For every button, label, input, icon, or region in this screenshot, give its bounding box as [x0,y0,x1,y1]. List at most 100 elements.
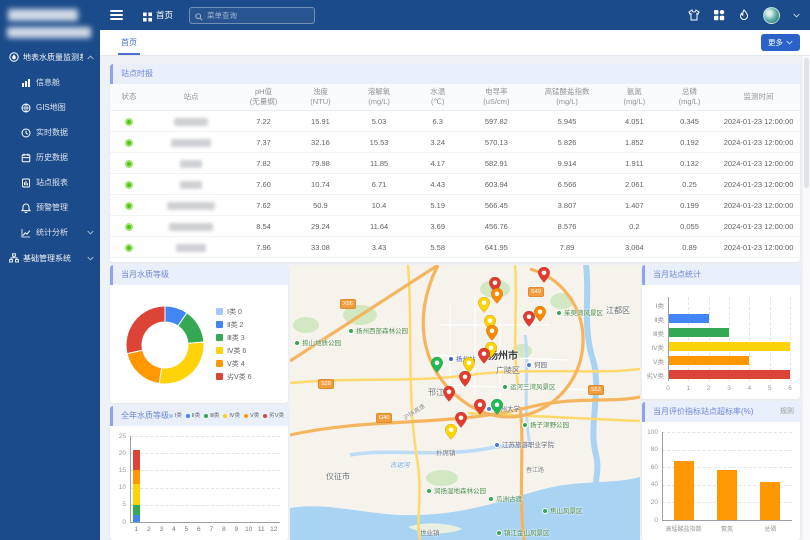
legend-item[interactable]: Ⅳ类 [223,406,240,426]
cell-value: 0.25 [662,174,717,195]
stacked-bar-segment[interactable] [133,470,140,484]
chevron-down-icon[interactable] [793,12,800,19]
panel-title: 站点时报 [110,64,800,84]
status-dot-ok [125,223,133,231]
sidebar-item[interactable]: GIS地图 [0,95,100,120]
cell-value: 570.13 [465,132,527,153]
vbar[interactable] [717,470,737,520]
column-header: 溶解氧(mg/L) [348,84,410,111]
map-label-poi: 江苏旅游职业学院 [494,439,554,449]
legend-item[interactable]: Ⅴ类 4 [216,357,252,370]
hbar[interactable] [669,356,749,365]
hamburger-icon[interactable] [110,10,123,20]
flame-icon[interactable] [738,9,750,21]
map-pin-red[interactable] [538,267,550,288]
legend-item[interactable]: Ⅰ类 [169,406,182,426]
stacked-bar-segment[interactable] [133,505,140,515]
gis-map[interactable]: 扬州市广陵区邗江区江都区仪征市扬州西部森林公园捺山地质公园茱萸湾风景区运河三湾风… [290,265,640,540]
legend-item[interactable]: Ⅳ类 6 [216,344,252,357]
stacked-bar-segment[interactable] [133,450,140,471]
cell-value: 3.24 [410,132,465,153]
cell-value: 33.08 [293,237,348,258]
map-pin-red[interactable] [474,399,486,420]
legend-item[interactable]: Ⅱ类 [186,406,200,426]
table-row: 7.3732.1615.533.24570.135.8261.8520.1922… [110,132,800,153]
cell-value: 7.62 [234,195,293,216]
breadcrumb[interactable]: 首页 [143,9,173,21]
sidebar-group-1[interactable]: 地表水质量监测系统 [0,44,100,70]
hbar[interactable] [669,342,790,351]
map-label-park: 扬州西部森林公园 [348,325,408,335]
map-pin-red[interactable] [459,371,471,392]
donut-slice[interactable] [126,306,165,354]
map-pin-green[interactable] [491,399,503,420]
cell-value: 456.76 [465,216,527,237]
legend-item[interactable]: Ⅱ类 2 [216,318,252,331]
legend-item[interactable]: 劣Ⅴ类 [263,406,284,426]
status-dot-ok [125,139,133,147]
sidebar-item[interactable]: 站点报表 [0,170,100,195]
yearly-legend: Ⅰ类Ⅱ类Ⅲ类Ⅳ类Ⅴ类劣Ⅴ类 [169,406,284,426]
map-label-park: 焦山风景区 [542,505,583,515]
avatar[interactable] [763,7,780,24]
menu-search[interactable] [189,7,315,24]
chevron-up-icon [87,54,94,61]
station-name-redacted [174,118,208,126]
map-label-park: 润扬湿地森林公园 [426,485,486,495]
tab-home[interactable]: 首页 [118,30,140,55]
map-pin-red[interactable] [523,311,535,332]
sidebar-item-label: 预警管理 [36,202,94,213]
column-header: 水温(℃) [410,84,465,111]
scrollbar[interactable] [803,56,810,540]
cell-value: 5.19 [410,195,465,216]
sidebar-item[interactable]: 预警管理 [0,195,100,220]
map-pin-red[interactable] [478,348,490,369]
logo-blur-line [7,27,91,38]
cell-value: 5.58 [410,237,465,258]
layout-icon[interactable] [713,9,725,21]
search-input[interactable] [207,11,309,20]
cell-value: 4.051 [607,111,662,132]
main-content: 站点时报 状态站点pH值(无量纲)浊度(NTU)溶解氧(mg/L)水温(℃)电导… [100,56,810,540]
station-name-redacted [171,139,211,147]
map-pin-yellow[interactable] [445,424,457,445]
hbar[interactable] [669,370,790,379]
cell-value: 0.199 [662,195,717,216]
topbar-actions [688,7,800,24]
map-pin-orange[interactable] [534,306,546,327]
legend-item[interactable]: Ⅴ类 [244,406,259,426]
map-pin-orange[interactable] [491,288,503,309]
rules-link[interactable]: 规则 [780,402,794,422]
column-header: pH值(无量纲) [234,84,293,111]
monthly-station-panel: 当月站点统计 0123456Ⅰ类Ⅱ类Ⅲ类Ⅳ类Ⅴ类劣Ⅴ类 [642,265,800,399]
map-pin-red[interactable] [443,386,455,407]
vbar[interactable] [760,482,780,520]
hbar[interactable] [669,328,729,337]
map-label-road: 沪陕高速 [401,401,426,422]
vbar[interactable] [674,461,694,520]
legend-item[interactable]: Ⅲ类 3 [216,331,252,344]
monthly-grade-panel: 当月水质等级 Ⅰ类 0Ⅱ类 2Ⅲ类 3Ⅳ类 6Ⅴ类 4劣Ⅴ类 6 [110,265,288,403]
theme-shirt-icon[interactable] [688,9,700,21]
legend-item[interactable]: Ⅰ类 0 [216,305,252,318]
more-button[interactable]: 更多 [761,34,800,51]
hbar[interactable] [669,314,709,323]
cell-value: 8.576 [527,216,606,237]
sidebar-item[interactable]: 统计分析 [0,220,100,245]
stacked-bar-segment[interactable] [133,484,140,505]
stacked-bar-segment[interactable] [133,515,140,522]
sidebar-item[interactable]: 实时数据 [0,120,100,145]
column-header: 电导率(uS/cm) [465,84,527,111]
map-label-park: 茱萸湾风景区 [556,307,603,317]
sidebar-item[interactable]: 历史数据 [0,145,100,170]
donut-slice[interactable] [127,350,162,383]
map-pin-green[interactable] [431,357,443,378]
legend-item[interactable]: Ⅲ类 [204,406,219,426]
sidebar-item[interactable]: 信息舱 [0,70,100,95]
map-label-park: 运河三湾风景区 [502,381,556,391]
sidebar-group-2[interactable]: 基础管理系统 [0,245,100,271]
scrollbar-thumb[interactable] [804,58,809,188]
donut-slice[interactable] [159,342,204,384]
legend-item[interactable]: 劣Ⅴ类 6 [216,370,252,383]
clock-icon [21,128,31,138]
